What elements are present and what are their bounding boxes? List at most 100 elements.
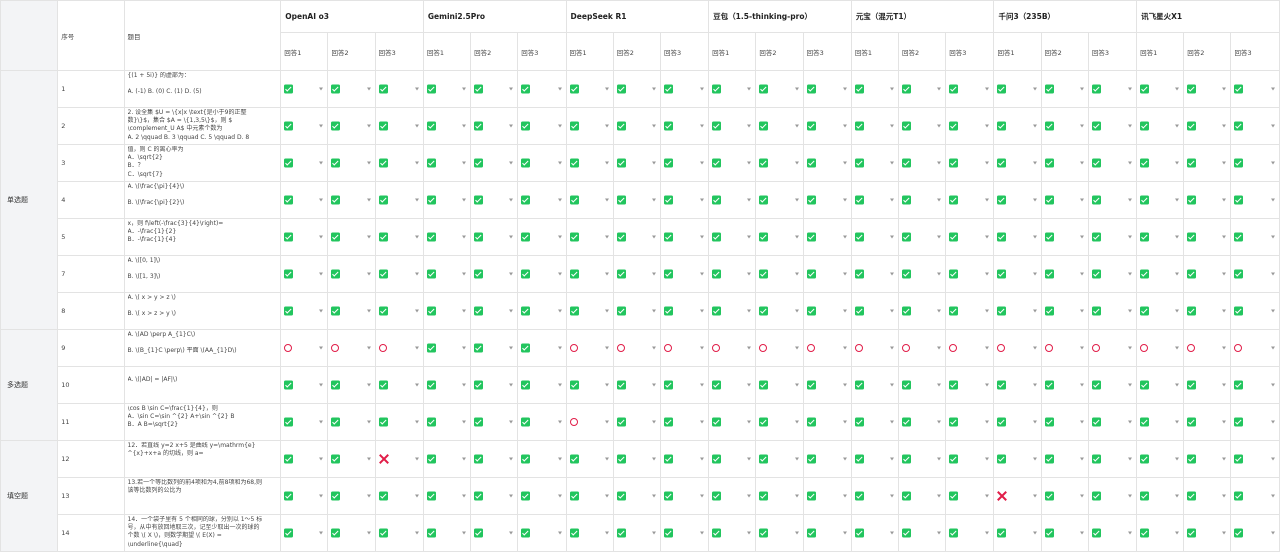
answer-cell[interactable] bbox=[565, 514, 614, 552]
answer-cell[interactable] bbox=[708, 477, 757, 515]
answer-cell[interactable] bbox=[1136, 292, 1185, 330]
answer-cell[interactable] bbox=[659, 218, 710, 256]
chevron-down-icon[interactable] bbox=[842, 494, 847, 498]
chevron-down-icon[interactable] bbox=[937, 198, 942, 202]
answer-cell[interactable] bbox=[517, 218, 567, 256]
answer-cell[interactable] bbox=[945, 514, 995, 552]
chevron-down-icon[interactable] bbox=[842, 309, 847, 313]
chevron-down-icon[interactable] bbox=[747, 87, 752, 91]
answer-cell[interactable] bbox=[1183, 477, 1232, 515]
chevron-down-icon[interactable] bbox=[890, 457, 895, 461]
answer-cell[interactable] bbox=[374, 218, 424, 256]
answer-cell[interactable] bbox=[993, 70, 1042, 108]
chevron-down-icon[interactable] bbox=[509, 383, 514, 387]
answer-cell[interactable] bbox=[1040, 144, 1089, 182]
chevron-down-icon[interactable] bbox=[842, 383, 847, 387]
answer-cell[interactable] bbox=[422, 144, 472, 182]
answer-cell[interactable] bbox=[470, 181, 519, 219]
chevron-down-icon[interactable] bbox=[557, 420, 562, 424]
answer-cell[interactable] bbox=[708, 440, 757, 478]
chevron-down-icon[interactable] bbox=[319, 198, 324, 202]
answer-cell[interactable] bbox=[280, 70, 329, 108]
chevron-down-icon[interactable] bbox=[604, 235, 609, 239]
answer-cell[interactable] bbox=[850, 70, 900, 108]
answer-cell[interactable] bbox=[802, 292, 852, 330]
answer-cell[interactable] bbox=[1136, 181, 1185, 219]
answer-cell[interactable] bbox=[755, 477, 804, 515]
answer-cell[interactable] bbox=[612, 107, 661, 145]
chevron-down-icon[interactable] bbox=[985, 494, 990, 498]
answer-cell[interactable] bbox=[327, 403, 376, 441]
answer-cell[interactable] bbox=[1087, 329, 1138, 367]
answer-cell[interactable] bbox=[422, 218, 472, 256]
answer-cell[interactable] bbox=[708, 255, 757, 293]
answer-cell[interactable] bbox=[1087, 403, 1138, 441]
chevron-down-icon[interactable] bbox=[604, 124, 609, 128]
chevron-down-icon[interactable] bbox=[794, 235, 799, 239]
chevron-down-icon[interactable] bbox=[747, 420, 752, 424]
chevron-down-icon[interactable] bbox=[1079, 87, 1084, 91]
answer-cell[interactable] bbox=[659, 144, 710, 182]
chevron-down-icon[interactable] bbox=[509, 198, 514, 202]
answer-cell[interactable] bbox=[1136, 255, 1185, 293]
answer-cell[interactable] bbox=[850, 107, 900, 145]
answer-cell[interactable] bbox=[565, 181, 614, 219]
answer-cell[interactable] bbox=[517, 329, 567, 367]
answer-cell[interactable] bbox=[802, 181, 852, 219]
answer-cell[interactable] bbox=[327, 292, 376, 330]
chevron-down-icon[interactable] bbox=[651, 124, 656, 128]
answer-cell[interactable] bbox=[327, 181, 376, 219]
chevron-down-icon[interactable] bbox=[414, 420, 419, 424]
answer-cell[interactable] bbox=[422, 403, 472, 441]
chevron-down-icon[interactable] bbox=[651, 420, 656, 424]
answer-cell[interactable] bbox=[1136, 107, 1185, 145]
chevron-down-icon[interactable] bbox=[604, 198, 609, 202]
chevron-down-icon[interactable] bbox=[319, 161, 324, 165]
chevron-down-icon[interactable] bbox=[1079, 457, 1084, 461]
chevron-down-icon[interactable] bbox=[414, 531, 419, 535]
answer-cell[interactable] bbox=[993, 292, 1042, 330]
chevron-down-icon[interactable] bbox=[557, 457, 562, 461]
chevron-down-icon[interactable] bbox=[747, 457, 752, 461]
answer-cell[interactable] bbox=[374, 255, 424, 293]
answer-cell[interactable] bbox=[755, 144, 804, 182]
chevron-down-icon[interactable] bbox=[1175, 235, 1180, 239]
answer-cell[interactable] bbox=[517, 477, 567, 515]
chevron-down-icon[interactable] bbox=[1222, 198, 1227, 202]
chevron-down-icon[interactable] bbox=[1079, 383, 1084, 387]
chevron-down-icon[interactable] bbox=[985, 272, 990, 276]
chevron-down-icon[interactable] bbox=[462, 198, 467, 202]
chevron-down-icon[interactable] bbox=[651, 235, 656, 239]
answer-cell[interactable] bbox=[327, 70, 376, 108]
answer-cell[interactable] bbox=[565, 366, 614, 404]
chevron-down-icon[interactable] bbox=[651, 161, 656, 165]
chevron-down-icon[interactable] bbox=[1032, 161, 1037, 165]
chevron-down-icon[interactable] bbox=[509, 272, 514, 276]
answer-cell[interactable] bbox=[993, 329, 1042, 367]
chevron-down-icon[interactable] bbox=[1128, 383, 1133, 387]
chevron-down-icon[interactable] bbox=[319, 420, 324, 424]
chevron-down-icon[interactable] bbox=[1271, 161, 1275, 165]
answer-cell[interactable] bbox=[755, 181, 804, 219]
chevron-down-icon[interactable] bbox=[366, 235, 371, 239]
chevron-down-icon[interactable] bbox=[842, 346, 847, 350]
chevron-down-icon[interactable] bbox=[557, 494, 562, 498]
chevron-down-icon[interactable] bbox=[700, 198, 705, 202]
answer-cell[interactable] bbox=[280, 218, 329, 256]
chevron-down-icon[interactable] bbox=[890, 531, 895, 535]
chevron-down-icon[interactable] bbox=[700, 531, 705, 535]
answer-cell[interactable] bbox=[708, 181, 757, 219]
chevron-down-icon[interactable] bbox=[985, 383, 990, 387]
chevron-down-icon[interactable] bbox=[462, 531, 467, 535]
chevron-down-icon[interactable] bbox=[319, 87, 324, 91]
chevron-down-icon[interactable] bbox=[319, 494, 324, 498]
chevron-down-icon[interactable] bbox=[890, 235, 895, 239]
answer-cell[interactable] bbox=[1087, 144, 1138, 182]
answer-cell[interactable] bbox=[755, 403, 804, 441]
chevron-down-icon[interactable] bbox=[1222, 161, 1227, 165]
answer-cell[interactable] bbox=[993, 218, 1042, 256]
chevron-down-icon[interactable] bbox=[794, 124, 799, 128]
answer-cell[interactable] bbox=[1136, 514, 1185, 552]
chevron-down-icon[interactable] bbox=[937, 420, 942, 424]
answer-cell[interactable] bbox=[945, 477, 995, 515]
